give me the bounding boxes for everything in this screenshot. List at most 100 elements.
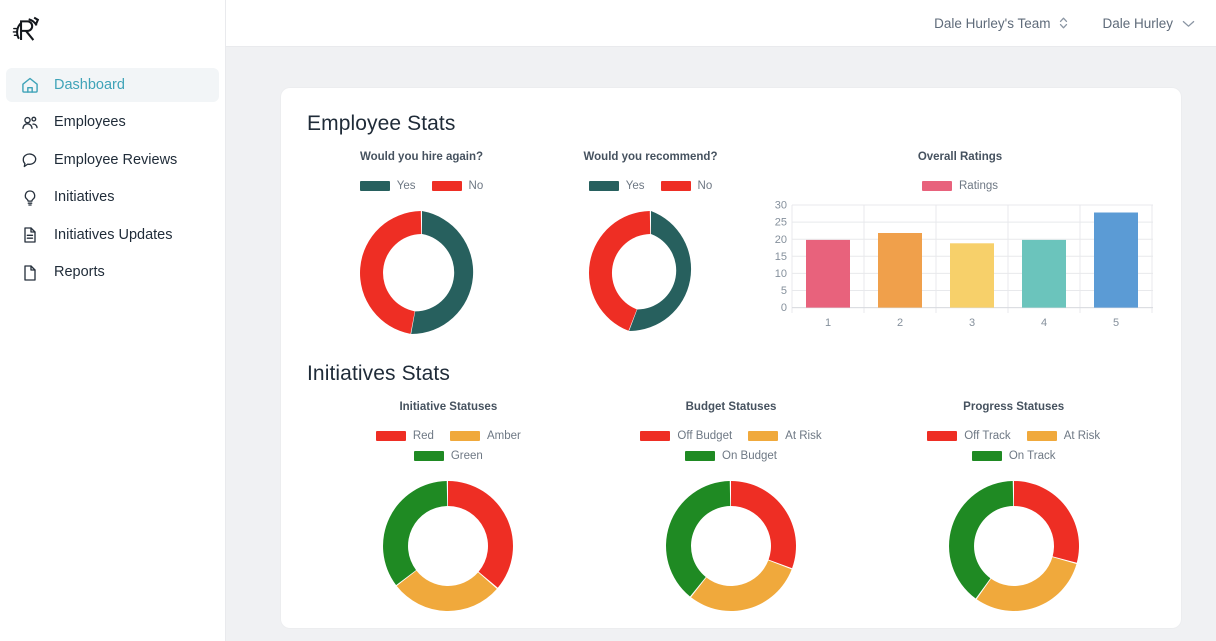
bar-4[interactable] [1022,239,1066,308]
donut-chart [944,476,1084,616]
team-selector[interactable]: Dale Hurley's Team [934,16,1068,31]
legend-item[interactable]: No [660,180,712,192]
sidebar-item-label: Employee Reviews [54,151,178,168]
legend-swatch-icon [1026,431,1057,441]
sidebar-item-employees[interactable]: Employees [6,106,219,140]
bar-1[interactable] [806,239,850,308]
donut-slice-off-budget[interactable] [731,481,796,569]
chart-legend: Yes No [359,180,484,192]
y-axis-ticks: 30 25 20 15 10 5 0 [775,200,787,315]
donut-svg [359,211,473,335]
sidebar-item-initiatives[interactable]: Initiatives [6,181,219,215]
team-selector-label: Dale Hurley's Team [934,15,1051,31]
legend-item[interactable]: At Risk [1026,430,1101,442]
legend-label: Yes [396,180,416,192]
legend-item[interactable]: Off Budget [640,430,732,442]
legend-swatch-icon [971,451,1002,461]
donut-slice-on-budget[interactable] [666,481,731,597]
legend-swatch-icon [640,431,671,441]
legend-item[interactable]: Off Track [927,430,1011,442]
y-tick-label: 20 [775,234,787,246]
legend-swatch-icon [588,181,619,191]
bar-2[interactable] [878,233,922,308]
bar-chart: 30 25 20 15 10 5 0 1 2 3 4 5 [765,199,1155,331]
chart-legend: Yes No [588,180,712,192]
legend-label: At Risk [1063,430,1101,442]
chart-progress-statuses: Progress Statuses Off Track At Risk On T… [872,394,1155,616]
legend-item[interactable]: Green [413,450,483,462]
bar-3[interactable] [950,243,994,308]
chart-legend: Red Amber Green [343,430,553,462]
legend-item[interactable]: No [431,180,484,192]
y-tick-label: 30 [775,200,787,212]
donut-slice-no[interactable] [359,211,421,334]
chart-initiative-statuses: Initiative Statuses Red Amber Green [307,394,590,616]
donut-chart [584,206,718,340]
legend-item[interactable]: On Track [971,450,1056,462]
sidebar-item-employee-reviews[interactable]: Employee Reviews [6,143,219,177]
sidebar-item-dashboard[interactable]: Dashboard [6,68,219,102]
sidebar-item-label: Initiatives Updates [54,226,173,243]
initiatives-stats-charts: Initiative Statuses Red Amber Green Budg… [307,394,1155,616]
donut-slice-on-track[interactable] [948,481,1013,599]
legend-label: No [468,180,484,192]
legend-label: At Risk [785,430,822,442]
legend-item[interactable]: Ratings [922,180,998,192]
chart-legend: Ratings [922,180,998,192]
donut-svg [383,481,514,611]
chart-would-you-hire-again: Would you hire again? Yes No [307,144,536,340]
chart-title: Progress Statuses [963,401,1065,413]
page-title: Employee Stats [307,112,456,135]
y-tick-label: 0 [781,302,787,314]
donut-svg [588,211,691,331]
user-menu[interactable]: Dale Hurley [1102,16,1195,31]
legend-swatch-icon [449,431,480,441]
legend-swatch-icon [375,431,406,441]
chart-overall-ratings: Overall Ratings Ratings 30 25 20 15 10 5… [765,144,1155,340]
donut-slice-red[interactable] [448,481,514,588]
y-tick-label: 15 [775,251,787,263]
app-root: Dashboard Employees Employee Reviews Ini… [0,0,1216,641]
y-tick-label: 25 [775,217,787,229]
legend-label: Ratings [959,180,998,192]
lightbulb-icon [24,189,36,206]
legend-item[interactable]: At Risk [748,430,822,442]
user-menu-label: Dale Hurley [1102,15,1173,31]
legend-label: Red [412,430,434,442]
legend-item[interactable]: Amber [449,430,521,442]
donut-slice-at-risk[interactable] [691,560,792,611]
legend-item[interactable]: Yes [588,180,645,192]
legend-item[interactable]: On Budget [685,450,777,462]
donut-svg [948,481,1079,611]
chat-bubble-icon [22,153,37,168]
people-icon [22,116,38,129]
topbar: Dale Hurley's Team Dale Hurley [226,0,1216,47]
legend-item[interactable]: Red [375,430,434,442]
chart-title: Initiative Statuses [399,401,498,413]
chart-would-you-recommend: Would you recommend? Yes No [536,144,765,340]
legend-item[interactable]: Yes [359,180,416,192]
donut-slice-amber[interactable] [397,570,498,611]
donut-slice-at-risk[interactable] [976,557,1077,611]
x-tick-label: 4 [1041,317,1047,329]
brand-logo[interactable] [0,0,225,48]
section-title-initiatives: Initiatives Stats [307,362,450,385]
sidebar-item-label: Employees [54,114,126,131]
document-lines-icon [24,227,36,243]
x-axis-ticks: 1 2 3 4 5 [825,317,1119,329]
legend-swatch-icon [748,431,779,441]
donut-slice-off-track[interactable] [1013,481,1079,563]
bar-chart-svg: 30 25 20 15 10 5 0 1 2 3 4 5 [775,200,1153,329]
sidebar-item-initiatives-updates[interactable]: Initiatives Updates [6,218,219,252]
chart-legend: Off Track At Risk On Track [909,430,1119,462]
legend-swatch-icon [922,181,952,191]
sidebar-item-label: Initiatives [54,189,115,206]
donut-svg [666,481,796,611]
chart-title: Would you recommend? [583,151,718,163]
sidebar-item-reports[interactable]: Reports [6,256,219,290]
legend-swatch-icon [927,431,958,441]
donut-slice-green[interactable] [383,481,448,586]
chart-budget-statuses: Budget Statuses Off Budget At Risk On Bu… [590,394,873,616]
stats-card: Employee Stats Would you hire again? Yes [281,88,1181,628]
bar-5[interactable] [1094,212,1138,308]
